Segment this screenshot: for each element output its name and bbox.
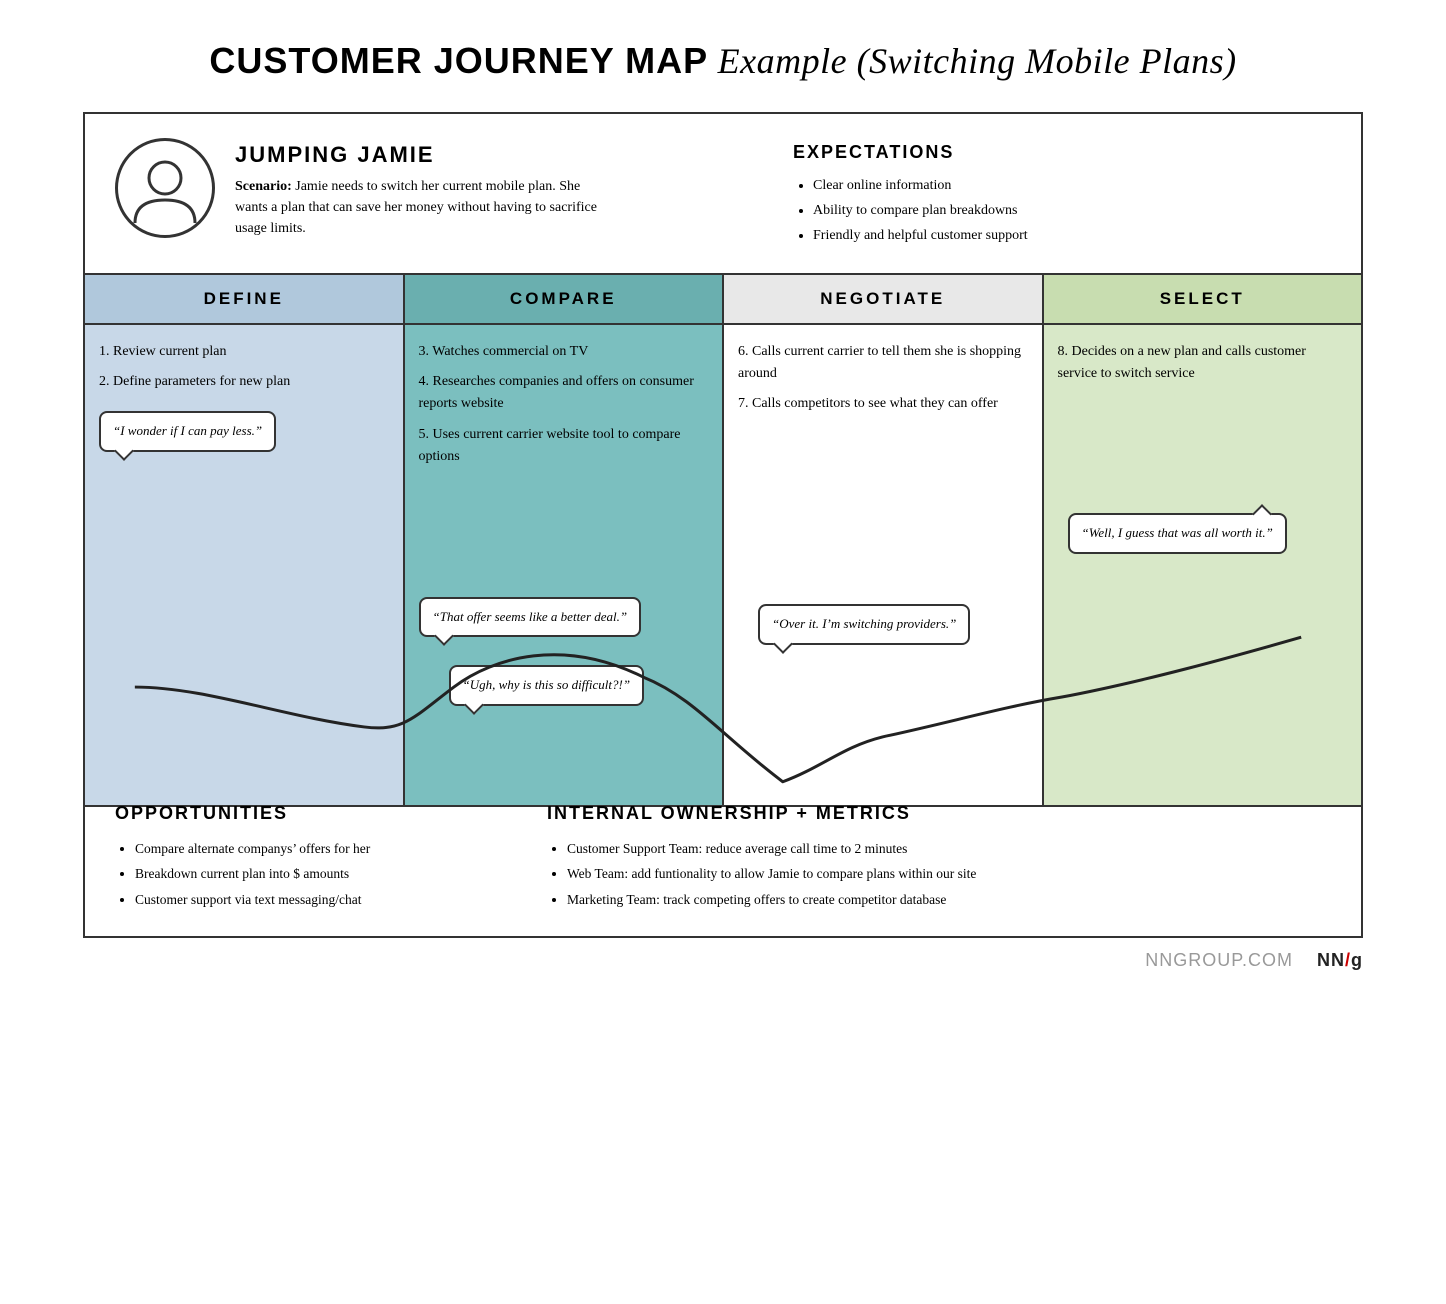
- list-item: Friendly and helpful customer support: [813, 223, 1331, 248]
- expectations-list: Clear online information Ability to comp…: [793, 173, 1331, 249]
- avatar: [115, 138, 215, 238]
- negotiate-bubble: “Over it. I’m switching providers.”: [758, 604, 970, 645]
- phase-select-content: 8. Decides on a new plan and calls custo…: [1044, 325, 1362, 805]
- phase-define-steps: 1. Review current plan 2. Define paramet…: [99, 341, 389, 394]
- select-bubble: “Well, I guess that was all worth it.”: [1068, 513, 1287, 554]
- page-title: CUSTOMER JOURNEY MAP Example (Switching …: [209, 40, 1236, 82]
- list-item: Clear online information: [813, 173, 1331, 198]
- list-item: Breakdown current plan into $ amounts: [135, 861, 507, 887]
- phase-compare-content: 3. Watches commercial on TV 4. Researche…: [405, 325, 723, 805]
- persona-info: JUMPING JAMIE Scenario: Jamie needs to s…: [235, 138, 773, 239]
- list-item: Marketing Team: track competing offers t…: [567, 887, 1331, 913]
- phase-negotiate-content: 6. Calls current carrier to tell them sh…: [724, 325, 1042, 805]
- compare-bubble-1: “That offer seems like a better deal.”: [419, 597, 642, 638]
- phase-define-content: 1. Review current plan 2. Define paramet…: [85, 325, 403, 805]
- phase-select-steps: 8. Decides on a new plan and calls custo…: [1058, 341, 1348, 386]
- list-item: Customer support via text messaging/chat: [135, 887, 507, 913]
- list-item: Ability to compare plan breakdowns: [813, 198, 1331, 223]
- expectations-title: EXPECTATIONS: [793, 142, 1331, 163]
- list-item: Web Team: add funtionality to allow Jami…: [567, 861, 1331, 887]
- phase-negotiate: NEGOTIATE 6. Calls current carrier to te…: [724, 275, 1044, 805]
- persona-name: JUMPING JAMIE: [235, 142, 773, 168]
- list-item: Customer Support Team: reduce average ca…: [567, 836, 1331, 862]
- opportunities-list: Compare alternate companys’ offers for h…: [115, 836, 507, 913]
- phase-compare-header: COMPARE: [405, 275, 723, 325]
- phase-compare-steps: 3. Watches commercial on TV 4. Researche…: [419, 341, 709, 469]
- list-item: Compare alternate companys’ offers for h…: [135, 836, 507, 862]
- phase-select-header: SELECT: [1044, 275, 1362, 325]
- main-frame: JUMPING JAMIE Scenario: Jamie needs to s…: [83, 112, 1363, 938]
- phase-define: DEFINE 1. Review current plan 2. Define …: [85, 275, 405, 805]
- internal-metrics-list: Customer Support Team: reduce average ca…: [547, 836, 1331, 913]
- opportunities-title: OPPORTUNITIES: [115, 803, 507, 824]
- phase-negotiate-header: NEGOTIATE: [724, 275, 1042, 325]
- define-bubble: “I wonder if I can pay less.”: [99, 411, 276, 452]
- internal-metrics-title: INTERNAL OWNERSHIP + METRICS: [547, 803, 1331, 824]
- phase-select: SELECT 8. Decides on a new plan and call…: [1044, 275, 1362, 805]
- phase-compare: COMPARE 3. Watches commercial on TV 4. R…: [405, 275, 725, 805]
- compare-bubble-2: “Ugh, why is this so difficult?!”: [449, 665, 645, 706]
- phase-define-header: DEFINE: [85, 275, 403, 325]
- persona-row: JUMPING JAMIE Scenario: Jamie needs to s…: [85, 114, 1361, 275]
- phases-row: DEFINE 1. Review current plan 2. Define …: [85, 275, 1361, 807]
- internal-metrics-section: INTERNAL OWNERSHIP + METRICS Customer Su…: [547, 803, 1331, 913]
- phase-negotiate-steps: 6. Calls current carrier to tell them sh…: [738, 341, 1028, 416]
- opportunities-section: OPPORTUNITIES Compare alternate companys…: [115, 803, 507, 913]
- persona-scenario: Scenario: Jamie needs to switch her curr…: [235, 176, 615, 239]
- nngroup-logo: NNGROUP.COM NN/g: [1145, 950, 1363, 971]
- expectations-section: EXPECTATIONS Clear online information Ab…: [793, 138, 1331, 249]
- footer: NNGROUP.COM NN/g: [83, 938, 1363, 971]
